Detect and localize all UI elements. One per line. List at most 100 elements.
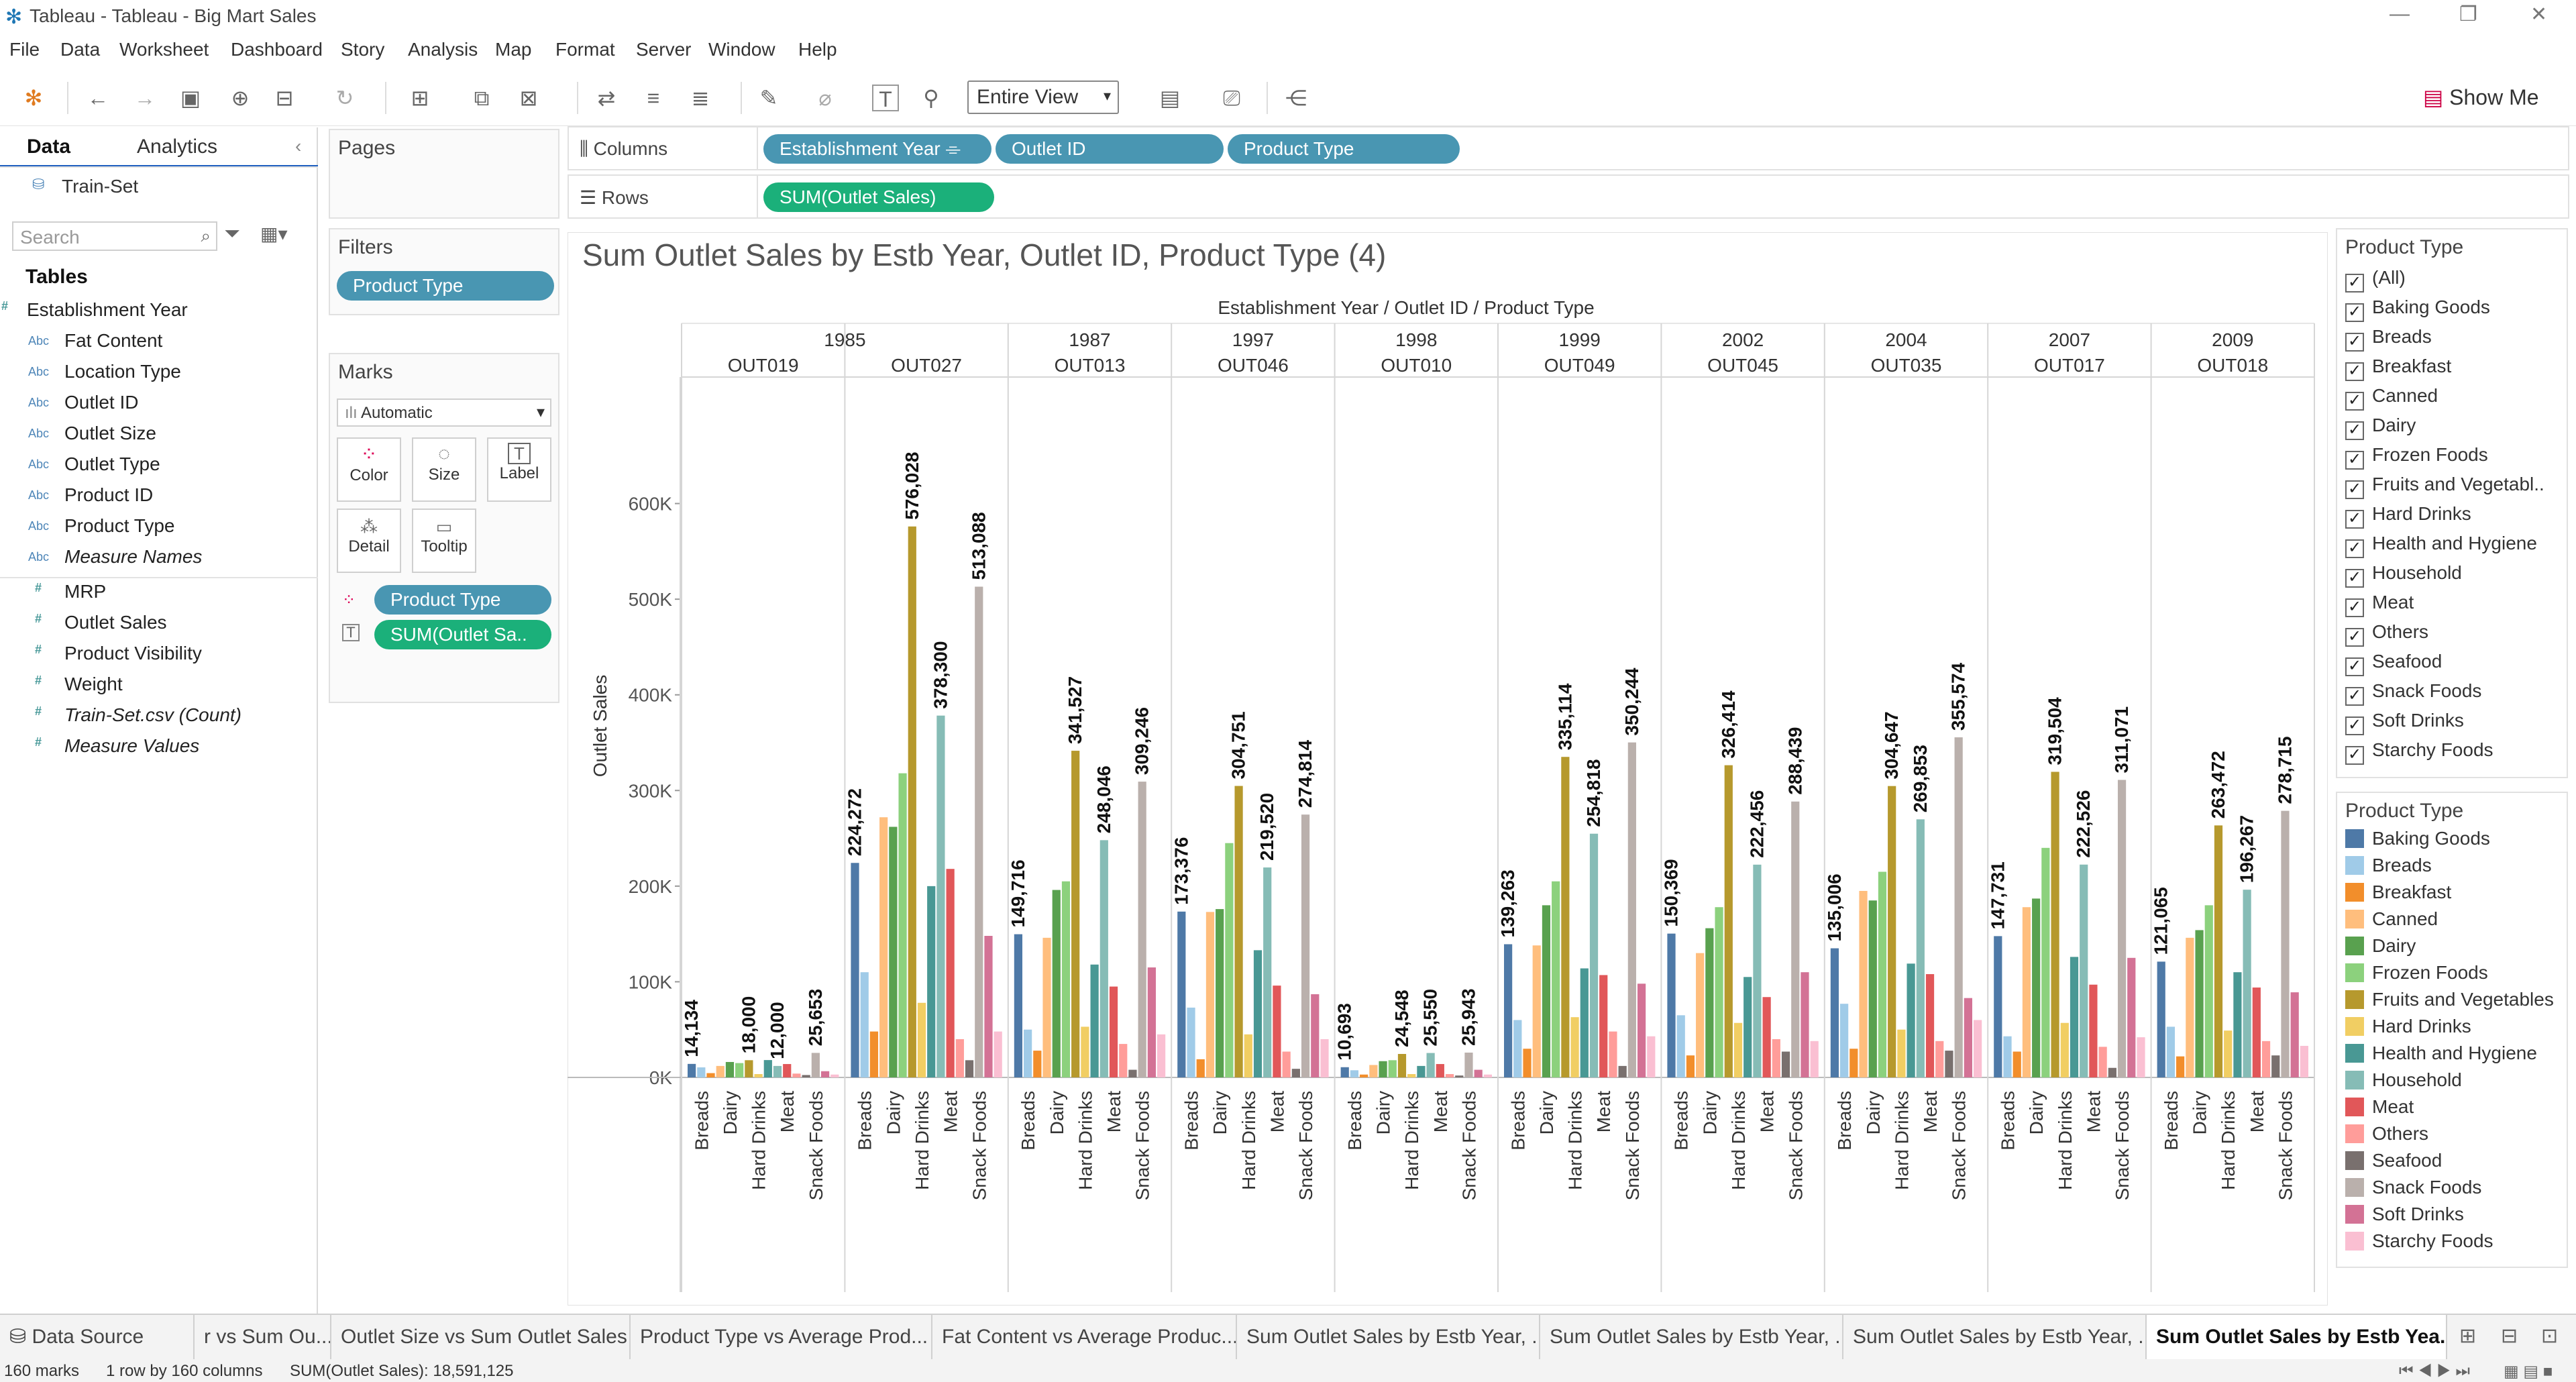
mark-type-dropdown[interactable]: ılı Automatic ▾ xyxy=(337,398,551,427)
filter-icon[interactable]: ⏷ xyxy=(224,223,240,246)
checkbox-checked-icon[interactable]: ✓ xyxy=(2345,274,2364,293)
checkbox-checked-icon[interactable]: ✓ xyxy=(2345,333,2364,352)
checkbox-checked-icon[interactable]: ✓ xyxy=(2345,569,2364,588)
legend-item[interactable]: Seafood xyxy=(2345,1150,2442,1171)
restore-icon[interactable]: ❐ xyxy=(2459,3,2477,26)
field-establishment-year[interactable]: # Establishment Year xyxy=(1,299,188,321)
filter-item[interactable]: ✓ Breakfast xyxy=(2345,356,2451,381)
pages-card[interactable]: Pages xyxy=(329,129,559,219)
sheet-tab-4[interactable]: Fat Content vs Average Produc... xyxy=(932,1315,1237,1359)
field-weight[interactable]: # Weight xyxy=(35,674,123,695)
field-fat-content[interactable]: Abc Fat Content xyxy=(28,330,162,352)
show-mark-labels-icon[interactable]: T xyxy=(872,85,899,111)
field-measure-names[interactable]: Abc Measure Names xyxy=(28,546,202,568)
sheet-tab-1[interactable]: r vs Sum Ou... xyxy=(195,1315,331,1359)
filter-item[interactable]: ✓ Canned xyxy=(2345,385,2438,411)
clear-sheet-icon[interactable]: ⊠ xyxy=(515,85,542,111)
new-worksheet-icon[interactable]: ⊞ xyxy=(407,85,433,111)
datasource-name[interactable]: Train-Set xyxy=(62,176,138,197)
new-story-tab-icon[interactable]: ⊡ xyxy=(2541,1324,2558,1348)
legend-item[interactable]: Frozen Foods xyxy=(2345,962,2488,984)
field-outlet-type[interactable]: Abc Outlet Type xyxy=(28,454,160,475)
fit-dropdown[interactable]: Entire View ▾ xyxy=(967,81,1119,114)
sort-ascending-icon[interactable]: ≡ xyxy=(640,85,667,111)
checkbox-checked-icon[interactable]: ✓ xyxy=(2345,687,2364,706)
checkbox-checked-icon[interactable]: ✓ xyxy=(2345,510,2364,529)
new-dashboard-tab-icon[interactable]: ⊟ xyxy=(2501,1324,2518,1348)
filter-item[interactable]: ✓ Seafood xyxy=(2345,651,2442,676)
filter-item[interactable]: ✓ Starchy Foods xyxy=(2345,739,2493,765)
field-outlet-id[interactable]: Abc Outlet ID xyxy=(28,392,138,413)
checkbox-checked-icon[interactable]: ✓ xyxy=(2345,716,2364,735)
field-outlet-size[interactable]: Abc Outlet Size xyxy=(28,423,156,444)
columns-pill-establishment-year[interactable]: Establishment Year ⌯ xyxy=(763,134,991,164)
tab-data-source[interactable]: ⛁ Data Source xyxy=(0,1315,195,1359)
duplicate-sheet-icon[interactable]: ⧉ xyxy=(468,85,495,111)
rows-pill-sum-outlet-sales[interactable]: SUM(Outlet Sales) xyxy=(763,182,994,212)
field-mrp[interactable]: # MRP xyxy=(35,581,106,602)
filter-item[interactable]: ✓ Fruits and Vegetabl.. xyxy=(2345,474,2544,499)
legend-item[interactable]: Breakfast xyxy=(2345,882,2451,903)
marks-pill-product-type[interactable]: Product Type xyxy=(374,585,551,615)
search-field[interactable]: Search ⌕ xyxy=(12,221,217,251)
legend-item[interactable]: Meat xyxy=(2345,1096,2414,1118)
menu-data[interactable]: Data xyxy=(60,39,100,60)
field-product-type[interactable]: Abc Product Type xyxy=(28,515,174,537)
new-datasource-icon[interactable]: ⊕ xyxy=(227,85,254,111)
menu-map[interactable]: Map xyxy=(495,39,531,60)
filter-item[interactable]: ✓ Breads xyxy=(2345,326,2432,352)
legend-item[interactable]: Baking Goods xyxy=(2345,828,2490,849)
collapse-pane-icon[interactable]: ‹ xyxy=(295,136,301,157)
tab-data[interactable]: Data xyxy=(27,136,70,158)
group-members-icon[interactable]: ⌀ xyxy=(812,85,839,111)
close-icon[interactable]: ✕ xyxy=(2530,3,2547,26)
filter-item[interactable]: ✓ Dairy xyxy=(2345,415,2416,440)
pause-updates-icon[interactable]: ⊟ xyxy=(271,85,298,111)
view-mode-icons[interactable]: ▦ ▤ ■ xyxy=(2504,1362,2553,1381)
field-train-set-count[interactable]: # Train-Set.csv (Count) xyxy=(35,704,241,726)
filter-item[interactable]: ✓ Soft Drinks xyxy=(2345,710,2464,735)
sheet-nav-icons[interactable]: ⏮ ◀ ▶ ⏭ xyxy=(2399,1362,2470,1381)
filter-item[interactable]: ✓ (All) xyxy=(2345,267,2406,293)
presentation-toggle-cards-icon[interactable]: ▤ xyxy=(1157,85,1183,111)
columns-pill-product-type[interactable]: Product Type xyxy=(1228,134,1460,164)
save-icon[interactable]: ▣ xyxy=(177,85,204,111)
highlight-icon[interactable]: ✎ xyxy=(755,85,782,111)
menu-help[interactable]: Help xyxy=(798,39,837,60)
tableau-home-icon[interactable]: ✻ xyxy=(20,85,47,111)
legend-item[interactable]: Household xyxy=(2345,1069,2462,1091)
color-button[interactable]: ⁘ Color xyxy=(337,437,401,502)
presentation-mode-icon[interactable]: ⎚ xyxy=(1218,85,1245,111)
menu-format[interactable]: Format xyxy=(555,39,615,60)
rows-shelf[interactable]: ☰ Rows SUM(Outlet Sales) xyxy=(568,174,2569,219)
checkbox-checked-icon[interactable]: ✓ xyxy=(2345,421,2364,440)
sheet-tab-active[interactable]: Sum Outlet Sales by Estb Yea... xyxy=(2147,1315,2447,1359)
filter-item[interactable]: ✓ Baking Goods xyxy=(2345,297,2490,322)
filter-item[interactable]: ✓ Frozen Foods xyxy=(2345,444,2488,470)
legend-item[interactable]: Dairy xyxy=(2345,935,2416,957)
legend-item[interactable]: Health and Hygiene xyxy=(2345,1043,2537,1064)
filter-pill-product-type[interactable]: Product Type xyxy=(337,271,554,301)
field-location-type[interactable]: Abc Location Type xyxy=(28,361,181,382)
field-outlet-sales[interactable]: # Outlet Sales xyxy=(35,612,167,633)
tab-analytics[interactable]: Analytics xyxy=(137,136,217,158)
legend-item[interactable]: Soft Drinks xyxy=(2345,1204,2464,1225)
checkbox-checked-icon[interactable]: ✓ xyxy=(2345,303,2364,322)
legend-item[interactable]: Hard Drinks xyxy=(2345,1016,2471,1037)
sheet-tab-3[interactable]: Product Type vs Average Prod... xyxy=(631,1315,932,1359)
undo-icon[interactable]: ← xyxy=(85,85,111,111)
sheet-tab-5[interactable]: Sum Outlet Sales by Estb Year, ... xyxy=(1237,1315,1540,1359)
field-product-id[interactable]: Abc Product ID xyxy=(28,484,153,506)
detail-button[interactable]: ⁂ Detail xyxy=(337,509,401,573)
checkbox-checked-icon[interactable]: ✓ xyxy=(2345,746,2364,765)
new-worksheet-tab-icon[interactable]: ⊞ xyxy=(2459,1324,2476,1348)
checkbox-checked-icon[interactable]: ✓ xyxy=(2345,480,2364,499)
filter-item[interactable]: ✓ Health and Hygiene xyxy=(2345,533,2537,558)
menu-server[interactable]: Server xyxy=(636,39,691,60)
filter-item[interactable]: ✓ Others xyxy=(2345,621,2428,647)
field-measure-values[interactable]: # Measure Values xyxy=(35,735,199,757)
view-options-icon[interactable]: ▦▾ xyxy=(260,223,288,245)
columns-pill-outlet-id[interactable]: Outlet ID xyxy=(996,134,1224,164)
checkbox-checked-icon[interactable]: ✓ xyxy=(2345,362,2364,381)
menu-window[interactable]: Window xyxy=(708,39,775,60)
